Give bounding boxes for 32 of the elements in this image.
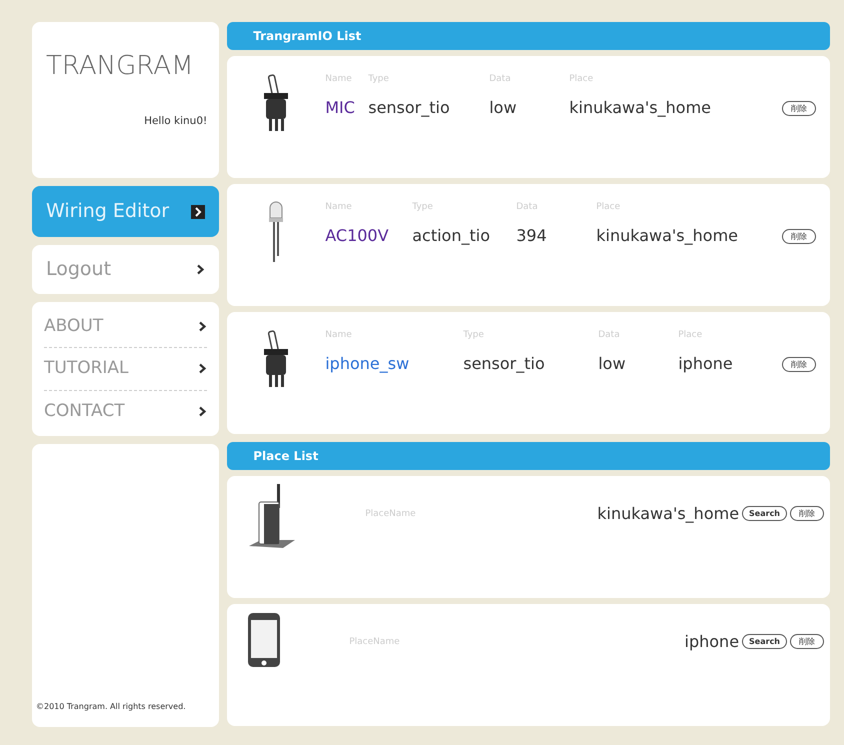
place-name: kinukawa's_home: [597, 503, 740, 525]
io-place: iphone: [678, 353, 734, 375]
delete-button[interactable]: 削除: [790, 506, 824, 521]
section-header: TrangramIO List: [227, 22, 830, 50]
copyright-text: ©2010 Trangram. All rights reserved.: [36, 701, 186, 713]
io-data: low: [489, 97, 518, 119]
delete-button[interactable]: 削除: [782, 356, 816, 372]
io-data: 394: [516, 225, 548, 247]
delete-button[interactable]: 削除: [790, 634, 824, 649]
search-button[interactable]: Search: [742, 634, 787, 649]
delete-button[interactable]: 削除: [782, 100, 816, 116]
chevron-icon: [198, 406, 208, 417]
phone-icon: [247, 612, 282, 668]
place-name: iphone: [684, 631, 740, 653]
chevron-icon: [198, 363, 208, 374]
greeting-text: Hello kinu0!: [144, 114, 208, 129]
io-name-link[interactable]: AC100V: [325, 224, 412, 248]
section-header: Place List: [227, 442, 830, 470]
delete-button[interactable]: 削除: [782, 228, 816, 244]
io-data: low: [598, 353, 627, 375]
chevron-icon: [191, 204, 206, 218]
io-type: action_tio: [412, 225, 491, 247]
io-type: sensor_tio: [463, 353, 546, 375]
search-button[interactable]: Search: [742, 506, 787, 521]
io-name-link[interactable]: MIC: [325, 96, 368, 120]
chevron-icon: [196, 264, 206, 275]
io-name-link[interactable]: iphone_sw: [325, 352, 464, 376]
io-place: kinukawa's_home: [596, 225, 738, 247]
chevron-icon: [198, 320, 208, 332]
io-type: sensor_tio: [368, 97, 451, 119]
io-place: kinukawa's_home: [569, 97, 712, 119]
logo-text: TRANGRAM: [46, 50, 195, 83]
